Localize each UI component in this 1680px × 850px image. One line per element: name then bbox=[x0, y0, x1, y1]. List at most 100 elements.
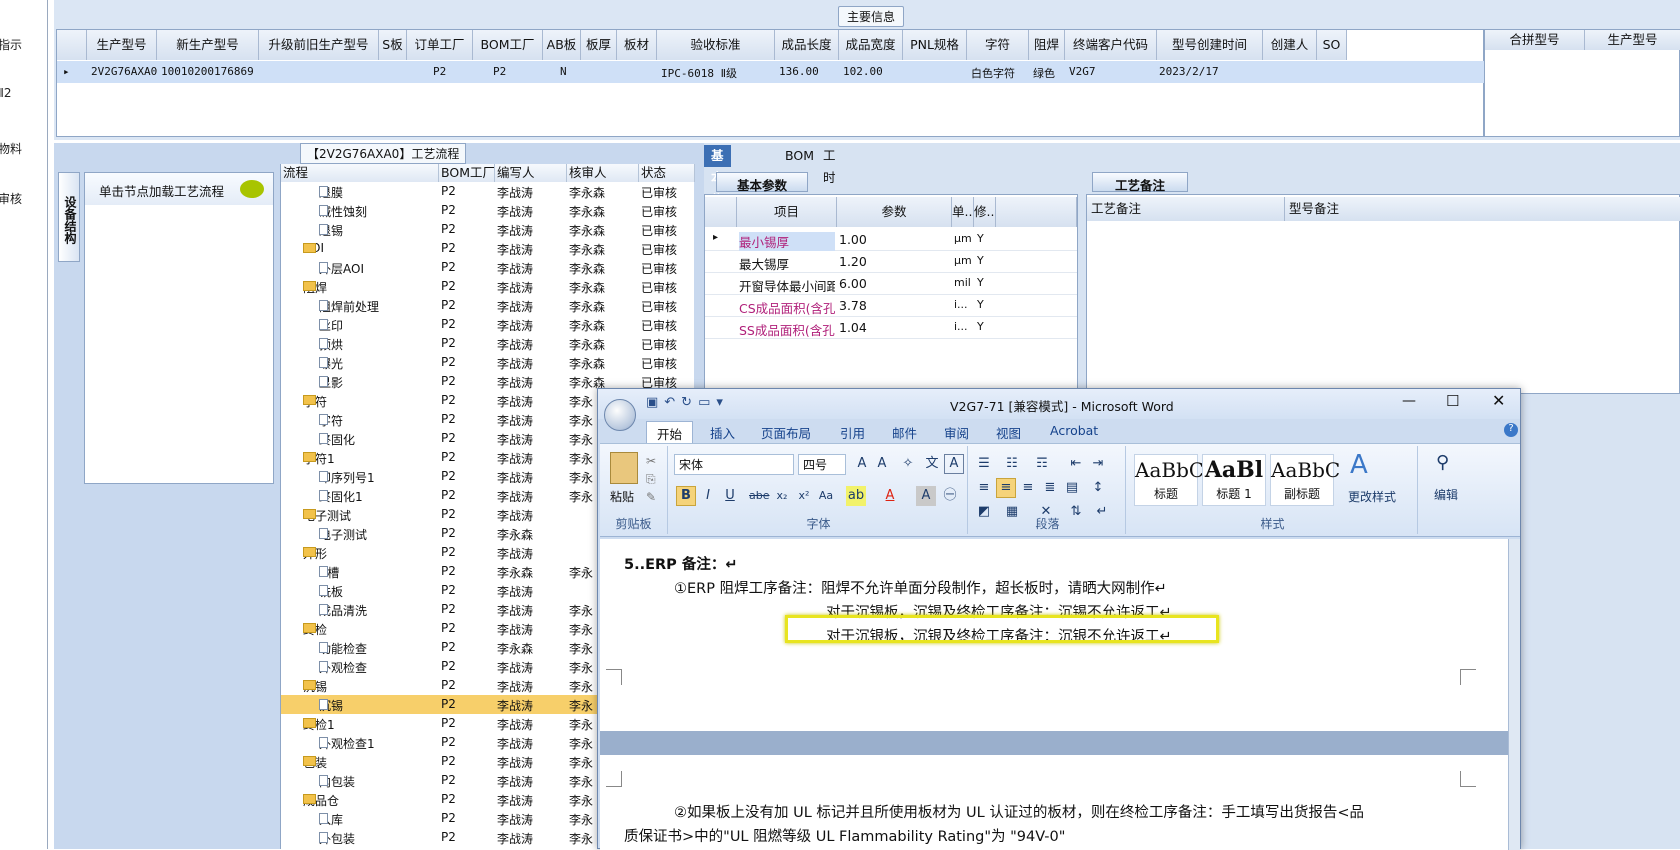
col-header[interactable]: 终端客户代码 bbox=[1065, 30, 1157, 60]
cell[interactable]: N bbox=[560, 65, 567, 78]
paste-icon[interactable] bbox=[610, 452, 638, 484]
col-header[interactable]: 阻焊 bbox=[1029, 30, 1065, 60]
tree-row[interactable]: −AOIP2李战涛李永森已审核 bbox=[281, 239, 695, 258]
cell[interactable]: 10010200176869 bbox=[161, 65, 254, 78]
param-value[interactable]: 1.00 bbox=[839, 232, 949, 247]
char-shading-icon[interactable]: A bbox=[916, 486, 936, 506]
col-header[interactable]: 升级前旧生产型号 bbox=[259, 30, 379, 60]
change-case-icon[interactable]: Aa bbox=[816, 486, 836, 506]
font-size-select[interactable]: 四号 bbox=[798, 454, 846, 475]
tree-row[interactable]: 外层AOI P2 李战涛 李永森 已审核 bbox=[281, 258, 695, 277]
param-row[interactable]: CS成品面积(含孔) 3.78 i... Y bbox=[705, 295, 1077, 317]
clear-format-icon[interactable]: ✧ bbox=[898, 454, 918, 474]
doc-line-1[interactable]: ①ERP 阻焊工序备注：阻焊不允许单面分段制作，超长板时，请晒大网制作↵ bbox=[674, 577, 1167, 598]
col-header[interactable]: 型号备注 bbox=[1285, 197, 1680, 221]
italic-icon[interactable]: I bbox=[698, 486, 718, 506]
tree-row[interactable]: 预烘 P2 李战涛 李永森 已审核 bbox=[281, 334, 695, 353]
col-header[interactable]: PNL规格 bbox=[903, 30, 967, 60]
col-header[interactable]: SO bbox=[1317, 30, 1347, 60]
subscript-icon[interactable]: x₂ bbox=[772, 486, 792, 506]
nav-item-4[interactable]: 审核 bbox=[0, 190, 22, 207]
cell[interactable]: IPC-6018 Ⅱ级 bbox=[661, 65, 737, 81]
phonetic-icon[interactable]: 文 bbox=[922, 454, 942, 474]
tree-row[interactable]: 曝光 P2 李战涛 李永森 已审核 bbox=[281, 353, 695, 372]
param-value[interactable]: 1.04 bbox=[839, 320, 949, 335]
tab-insert[interactable]: 插入 bbox=[710, 423, 735, 442]
param-row[interactable]: 开窗导体最小间距 6.00 mil Y bbox=[705, 273, 1077, 295]
col-header[interactable]: S板 bbox=[379, 30, 407, 60]
tree-row[interactable]: 阻焊前处理 P2 李战涛 李永森 已审核 bbox=[281, 296, 695, 315]
col-header[interactable]: 型号创建时间 bbox=[1157, 30, 1263, 60]
col-header[interactable]: 成品宽度 bbox=[839, 30, 903, 60]
col-header[interactable]: 生产型号 bbox=[1585, 30, 1680, 50]
enclose-char-icon[interactable]: ㊀ bbox=[940, 486, 960, 506]
font-name-select[interactable]: 宋体 bbox=[674, 454, 794, 475]
doc-heading[interactable]: 5..ERP 备注：↵ bbox=[624, 553, 738, 574]
col-header[interactable]: BOM工厂 bbox=[473, 30, 543, 60]
document-page[interactable]: 5..ERP 备注：↵ ①ERP 阻焊工序备注：阻焊不允许单面分段制作，超长板时… bbox=[600, 539, 1508, 850]
col-header[interactable]: 核审人 bbox=[567, 164, 639, 182]
col-header[interactable]: 字符 bbox=[967, 30, 1029, 60]
table-row[interactable] bbox=[57, 61, 1485, 83]
highlight-icon[interactable]: ab bbox=[846, 486, 866, 506]
col-header[interactable]: 项目 bbox=[737, 197, 837, 227]
col-header[interactable]: 单... bbox=[952, 197, 974, 227]
param-value[interactable]: 1.20 bbox=[839, 254, 949, 269]
col-header[interactable]: 生产型号 bbox=[87, 30, 157, 60]
decrease-indent-icon[interactable]: ⇤ bbox=[1066, 454, 1086, 474]
col-header[interactable]: 板材 bbox=[617, 30, 657, 60]
cell[interactable]: V2G7 bbox=[1069, 65, 1096, 78]
strikethrough-icon[interactable]: abe bbox=[748, 486, 770, 506]
char-border-icon[interactable]: A bbox=[944, 454, 964, 474]
col-header[interactable]: 订单工厂 bbox=[407, 30, 473, 60]
change-styles-button[interactable]: 更改样式 bbox=[1348, 488, 1396, 505]
cell[interactable]: 2023/2/17 bbox=[1159, 65, 1219, 78]
underline-icon[interactable]: U bbox=[720, 486, 740, 506]
param-value[interactable]: 6.00 bbox=[839, 276, 949, 291]
help-icon[interactable]: ? bbox=[1504, 423, 1518, 437]
col-header[interactable]: 合拼型号 bbox=[1485, 30, 1585, 50]
col-header[interactable]: AB板 bbox=[543, 30, 581, 60]
col-header[interactable]: BOM工厂 bbox=[439, 164, 495, 182]
col-header[interactable]: 状态 bbox=[639, 164, 695, 182]
tree-row[interactable]: 丝印 P2 李战涛 李永森 已审核 bbox=[281, 315, 695, 334]
binoculars-icon[interactable]: ⚲ bbox=[1436, 452, 1449, 473]
grow-font-icon[interactable]: A bbox=[852, 454, 872, 474]
param-value[interactable]: 3.78 bbox=[839, 298, 949, 313]
change-styles-icon[interactable]: A bbox=[1350, 450, 1368, 480]
align-center-icon[interactable]: ≡ bbox=[996, 478, 1016, 498]
tab-mailings[interactable]: 邮件 bbox=[892, 423, 917, 442]
style-heading-1[interactable]: AaBl 标题 1 bbox=[1202, 454, 1266, 506]
tab-acrobat[interactable]: Acrobat bbox=[1050, 423, 1098, 438]
tree-row[interactable]: −阻焊P2李战涛李永森已审核 bbox=[281, 277, 695, 296]
param-row[interactable]: ▸ 最小锡厚 1.00 μm Y bbox=[705, 229, 1077, 251]
tab-hours[interactable]: 工时 bbox=[816, 145, 843, 185]
shrink-font-icon[interactable]: A bbox=[872, 454, 892, 474]
distributed-icon[interactable]: ▤ bbox=[1062, 478, 1082, 498]
justify-icon[interactable]: ≣ bbox=[1040, 478, 1060, 498]
tab-home[interactable]: 开始 bbox=[646, 421, 694, 445]
col-header[interactable]: 工艺备注 bbox=[1087, 197, 1285, 221]
vertical-scrollbar[interactable] bbox=[1508, 539, 1520, 850]
tab-page-layout[interactable]: 页面布局 bbox=[761, 423, 811, 442]
paste-button[interactable]: 粘贴 bbox=[610, 488, 634, 505]
close-icon[interactable]: ✕ bbox=[1492, 391, 1505, 410]
increase-indent-icon[interactable]: ⇥ bbox=[1088, 454, 1108, 474]
nav-item-2[interactable]: Ⅱ2 bbox=[0, 86, 12, 100]
col-header[interactable]: 创建人 bbox=[1263, 30, 1317, 60]
tab-basic-info[interactable]: 基本信息 bbox=[704, 145, 731, 229]
quick-access-icons[interactable]: ▣↶↻▭▾ bbox=[646, 395, 729, 410]
align-right-icon[interactable]: ≡ bbox=[1018, 478, 1038, 498]
maximize-icon[interactable]: ☐ bbox=[1446, 392, 1459, 410]
cell[interactable]: P2 bbox=[433, 65, 446, 78]
cell[interactable]: 102.00 bbox=[843, 65, 883, 78]
tab-equipment-structure[interactable]: 设备结构 bbox=[58, 172, 80, 262]
style-subtitle[interactable]: AaBbC 副标题 bbox=[1270, 454, 1340, 506]
col-header[interactable]: 板厚 bbox=[581, 30, 617, 60]
col-header[interactable]: 编写人 bbox=[495, 164, 567, 182]
col-header[interactable]: 修... bbox=[974, 197, 996, 227]
col-header[interactable]: 新生产型号 bbox=[157, 30, 259, 60]
col-header[interactable]: 验收标准 bbox=[657, 30, 775, 60]
align-left-icon[interactable]: ≡ bbox=[974, 478, 994, 498]
style-title[interactable]: AaBbC 标题 bbox=[1134, 454, 1204, 506]
